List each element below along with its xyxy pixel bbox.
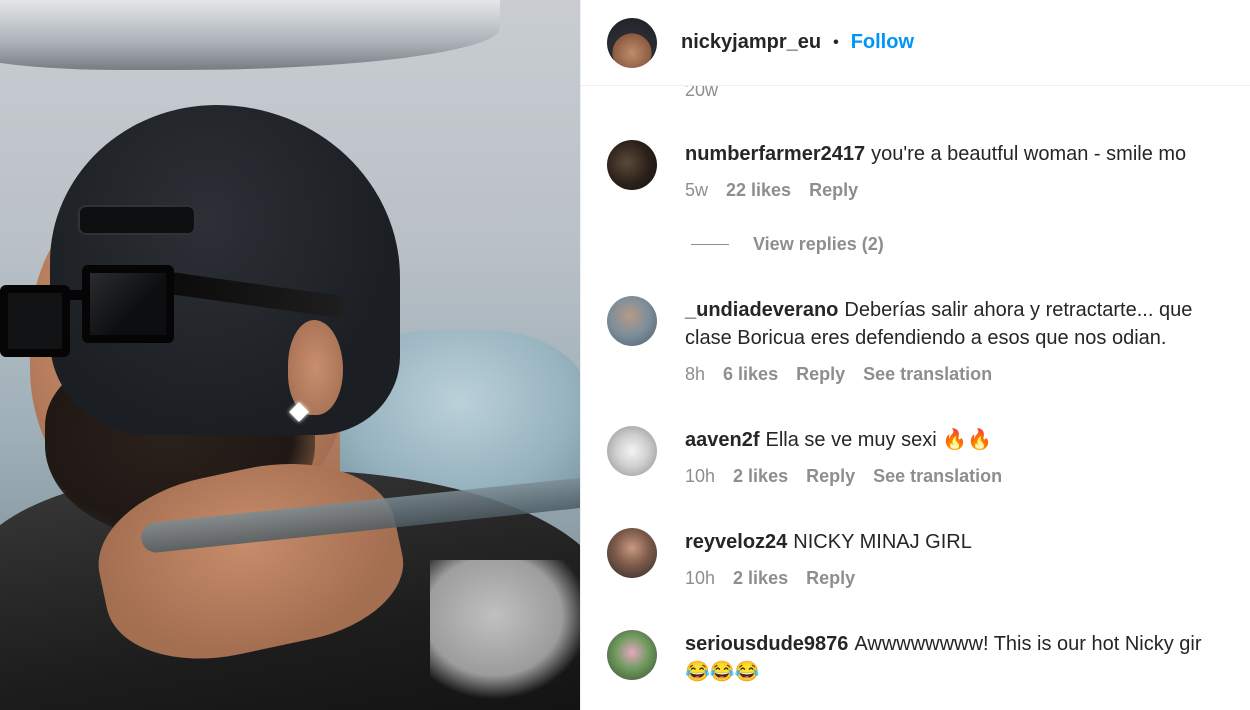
comment-content: you're a beautful woman - smile mo [871,143,1187,165]
jacket-stripe [430,560,580,700]
comment-body: _undiadeverano Deberías salir ahora y ret… [685,296,1250,385]
comment-text: seriousdude9876 Awwwwwwww! This is our ho… [685,630,1250,658]
comment-meta: 10h 2 likes Reply [685,568,1250,589]
reply-button[interactable]: Reply [806,466,855,487]
reply-button[interactable]: Reply [809,180,858,201]
comment-content: Ella se ve muy sexi 🔥🔥 [765,429,993,451]
reply-button[interactable]: Reply [806,568,855,589]
comment-text: numberfarmer2417 you're a beautful woman … [685,140,1250,168]
comment-text: _undiadeverano Deberías salir ahora y ret… [685,296,1250,324]
comment-text: aaven2f Ella se ve muy sexi 🔥🔥 [685,426,1250,454]
reply-button[interactable]: Reply [796,364,845,385]
comment-text-line2: 😂😂😂 [685,661,760,683]
comment-likes[interactable]: 2 likes [733,568,788,589]
comments-panel: nickyjampr_eu • Follow 20w numberfarmer2… [580,0,1250,710]
comment-item: aaven2f Ella se ve muy sexi 🔥🔥 10h 2 like… [607,426,1250,487]
replies-divider [691,244,729,245]
comment-meta: 8h 6 likes Reply See translation [685,364,1250,385]
commenter-username[interactable]: reyveloz24 [685,531,787,553]
see-translation-button[interactable]: See translation [873,466,1002,487]
comment-body: seriousdude9876 Awwwwwwww! This is our ho… [685,630,1250,686]
comment-item: reyveloz24 NICKY MINAJ GIRL 10h 2 likes R… [607,528,1250,589]
comment-item: numberfarmer2417 you're a beautful woman … [607,140,1250,201]
comment-time[interactable]: 10h [685,466,715,487]
comment-content: Awwwwwwww! This is our hot Nicky gir [854,633,1202,655]
comment-item: seriousdude9876 Awwwwwwww! This is our ho… [607,630,1250,686]
comment-time[interactable]: 10h [685,568,715,589]
post-photo [0,0,580,710]
commenter-avatar[interactable] [607,296,657,346]
post-header: nickyjampr_eu • Follow [581,0,1250,86]
ear [288,320,343,415]
commenter-username[interactable]: _undiadeverano [685,299,838,321]
commenter-username[interactable]: numberfarmer2417 [685,143,865,165]
comment-item: _undiadeverano Deberías salir ahora y ret… [607,296,1250,385]
header-separator: • [833,33,839,51]
follow-button[interactable]: Follow [851,31,914,54]
see-translation-button[interactable]: See translation [863,364,992,385]
comment-body: reyveloz24 NICKY MINAJ GIRL 10h 2 likes R… [685,528,1250,589]
comment-content: NICKY MINAJ GIRL [793,531,972,553]
commenter-username[interactable]: aaven2f [685,429,760,451]
commenter-avatar[interactable] [607,528,657,578]
view-replies-label: View replies (2) [753,234,884,254]
glasses-lens-right [82,265,174,343]
comment-likes[interactable]: 6 likes [723,364,778,385]
comment-content: Deberías salir ahora y retractarte... qu… [844,299,1193,321]
glasses-lens-left [0,285,70,357]
comment-meta: 5w 22 likes Reply [685,180,1250,201]
comment-time[interactable]: 8h [685,364,705,385]
commenter-avatar[interactable] [607,140,657,190]
author-username[interactable]: nickyjampr_eu [681,31,821,54]
comment-likes[interactable]: 2 likes [733,466,788,487]
comment-time[interactable]: 5w [685,180,708,201]
comment-body: numberfarmer2417 you're a beautful woman … [685,140,1250,201]
comment-meta: 10h 2 likes Reply See translation [685,466,1250,487]
windshield [0,0,500,70]
author-avatar[interactable] [607,17,657,68]
commenter-avatar[interactable] [607,426,657,476]
commenter-avatar[interactable] [607,630,657,680]
comment-text: reyveloz24 NICKY MINAJ GIRL [685,528,1250,556]
cap-strap [78,205,196,235]
comment-likes[interactable]: 22 likes [726,180,791,201]
comment-body: aaven2f Ella se ve muy sexi 🔥🔥 10h 2 like… [685,426,1250,487]
view-replies-button[interactable]: View replies (2) [691,234,884,255]
comment-text-line2: clase Boricua eres defendiendo a esos qu… [685,327,1167,349]
commenter-username[interactable]: seriousdude9876 [685,633,848,655]
